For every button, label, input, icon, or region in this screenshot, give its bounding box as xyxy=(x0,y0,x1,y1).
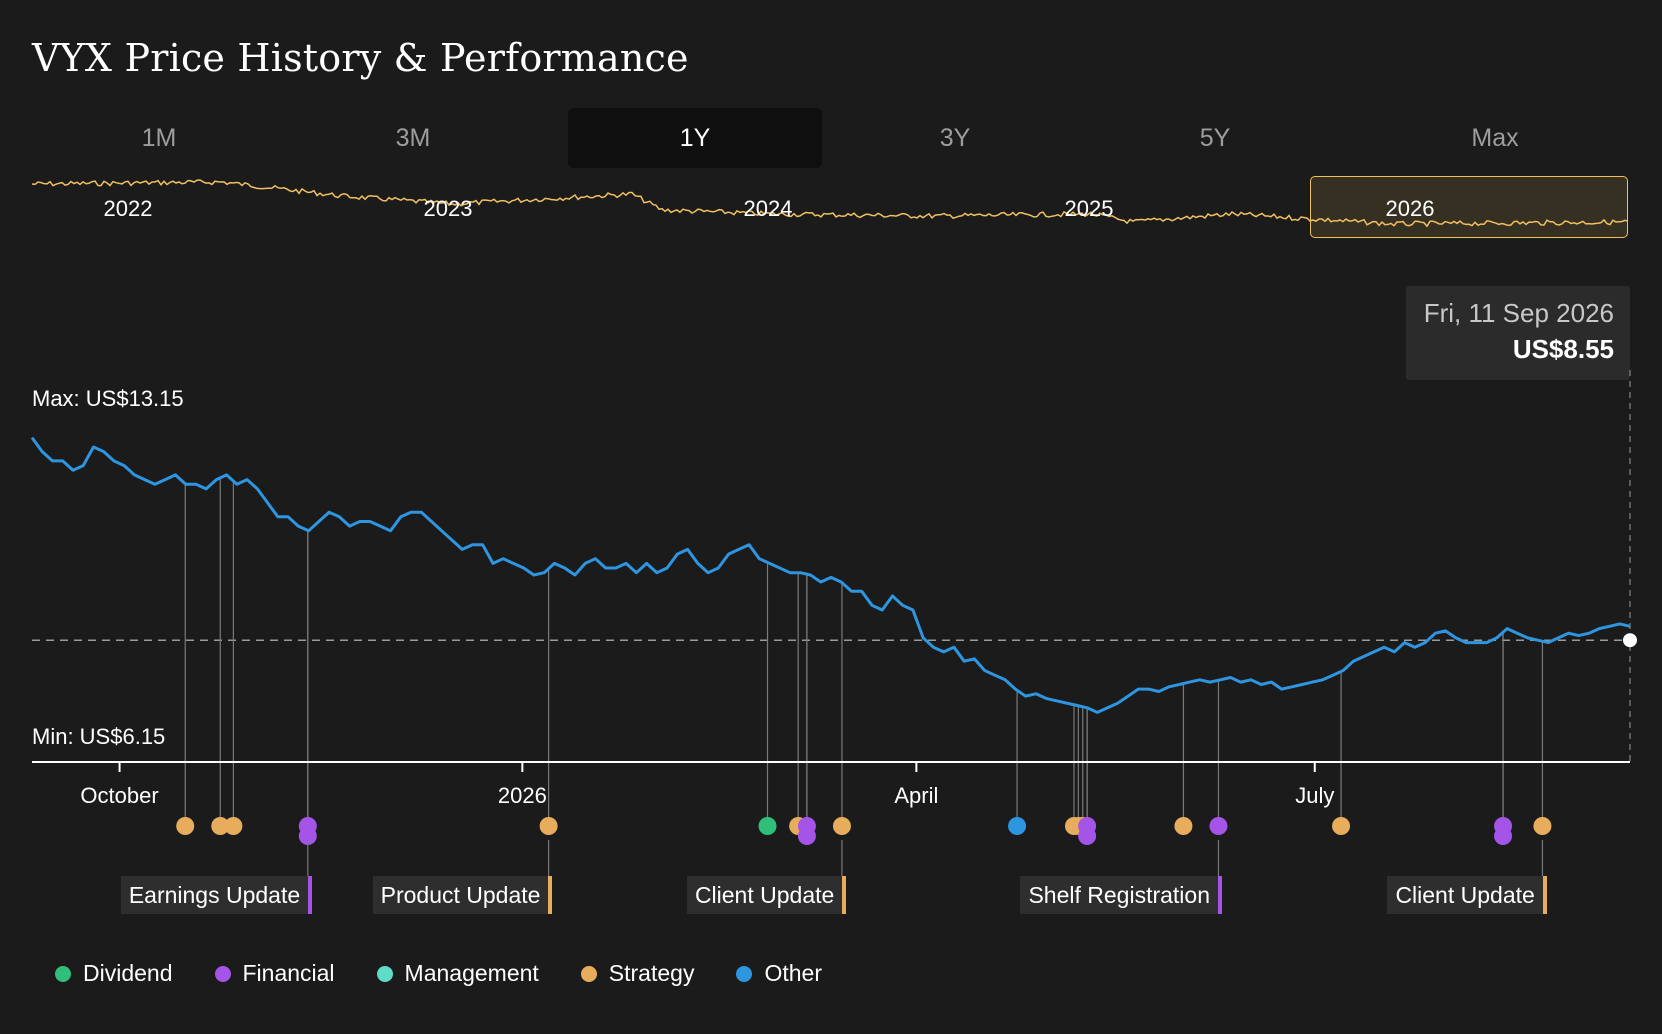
x-tick-label: April xyxy=(894,783,938,808)
event-label-bar xyxy=(308,876,313,914)
legend-label: Other xyxy=(764,960,822,986)
event-marker[interactable] xyxy=(1008,817,1027,835)
event-label-bar xyxy=(1542,876,1547,914)
legend-label: Dividend xyxy=(83,960,173,986)
min-label: Min: US$6.15 xyxy=(32,724,165,749)
price-tooltip: Fri, 11 Sep 2026 US$8.55 xyxy=(1406,286,1630,380)
event-marker[interactable] xyxy=(1533,817,1552,835)
price-line xyxy=(30,436,1631,714)
event-label[interactable]: Earnings Update xyxy=(120,876,313,914)
legend-item-financial[interactable]: Financial xyxy=(214,960,335,987)
legend-item-strategy[interactable]: Strategy xyxy=(580,960,695,987)
tab-3m[interactable]: 3M xyxy=(286,108,540,168)
legend-label: Strategy xyxy=(608,960,695,986)
navigator-selection-window[interactable] xyxy=(1310,176,1628,238)
navigator-year-2024: 2024 xyxy=(743,196,793,221)
event-marker[interactable] xyxy=(1078,827,1097,845)
range-tabs: 1M 3M 1Y 3Y 5Y Max xyxy=(32,108,1630,168)
event-label-bar xyxy=(1218,876,1222,914)
tab-3y[interactable]: 3Y xyxy=(828,108,1082,168)
other-dot-icon xyxy=(736,965,753,982)
dividend-dot-icon xyxy=(55,965,71,982)
event-label-text: Product Update xyxy=(380,881,541,908)
legend-item-other[interactable]: Other xyxy=(736,960,822,987)
financial-dot-icon xyxy=(214,965,231,982)
event-label[interactable]: Client Update xyxy=(1387,876,1547,914)
legend-label: Management xyxy=(404,960,539,986)
event-marker[interactable] xyxy=(176,817,195,835)
price-chart[interactable]: Max: US$13.15 Min: US$6.15 October 2026 Apri… xyxy=(0,370,1662,930)
tab-max[interactable]: Max xyxy=(1368,108,1622,168)
navigator-year-2022: 2022 xyxy=(103,196,153,221)
cursor-point xyxy=(1623,633,1637,648)
max-label: Max: US$13.15 xyxy=(32,386,184,411)
event-marker[interactable] xyxy=(1494,827,1513,845)
event-marker[interactable] xyxy=(1332,817,1351,835)
x-tick-label: October xyxy=(80,783,158,808)
event-label-bar xyxy=(842,876,847,914)
event-marker[interactable] xyxy=(1174,817,1193,835)
event-label[interactable]: Product Update xyxy=(372,876,553,914)
x-tick-label: 2026 xyxy=(498,783,547,808)
event-label[interactable]: Shelf Registration xyxy=(1020,876,1222,914)
event-marker[interactable] xyxy=(758,817,777,835)
event-label-text: Client Update xyxy=(1395,881,1535,908)
event-label-text: Client Update xyxy=(694,881,835,908)
event-label-text: Shelf Registration xyxy=(1028,881,1210,908)
event-label-text: Earnings Update xyxy=(128,881,301,908)
legend-item-dividend[interactable]: Dividend xyxy=(55,960,173,987)
tab-5y[interactable]: 5Y xyxy=(1088,108,1342,168)
management-dot-icon xyxy=(376,965,393,982)
legend: Dividend Financial Management Strategy O… xyxy=(55,960,864,987)
legend-label: Financial xyxy=(242,960,335,986)
navigator-year-2026: 2026 xyxy=(1385,196,1435,221)
event-marker[interactable] xyxy=(832,817,851,835)
event-marker[interactable] xyxy=(1209,817,1228,835)
event-marker[interactable] xyxy=(797,827,816,845)
range-navigator[interactable]: 2022 2023 2024 2025 2026 xyxy=(32,174,1630,244)
x-tick-label: July xyxy=(1295,783,1334,808)
tooltip-price: US$8.55 xyxy=(1512,334,1614,364)
tooltip-date: Fri, 11 Sep 2026 xyxy=(1423,298,1614,328)
event-label-bar xyxy=(548,876,553,914)
page-title: VYX Price History & Performance xyxy=(32,36,689,80)
event-marker[interactable] xyxy=(224,817,243,835)
legend-item-management[interactable]: Management xyxy=(376,960,539,987)
navigator-year-2025: 2025 xyxy=(1064,196,1114,221)
strategy-dot-icon xyxy=(580,965,597,982)
event-label[interactable]: Client Update xyxy=(686,876,847,914)
tab-1y[interactable]: 1Y xyxy=(568,108,822,168)
tab-1m[interactable]: 1M xyxy=(32,108,286,168)
event-marker[interactable] xyxy=(539,817,558,835)
navigator-year-2023: 2023 xyxy=(423,196,473,221)
